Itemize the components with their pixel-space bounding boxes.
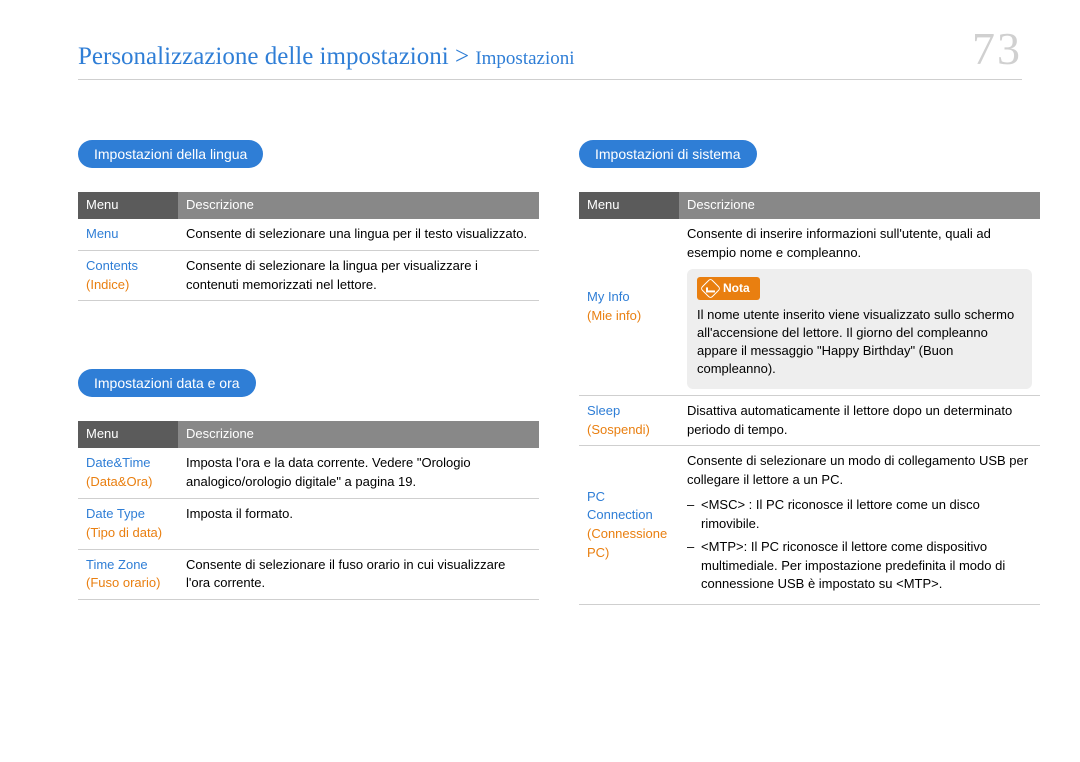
section-heading-datetime: Impostazioni data e ora [78,369,256,397]
list-item: <MTP>: Il PC riconosce il lettore come d… [687,538,1032,595]
system-table: Menu Descrizione My Info (Mie info) Cons… [579,192,1040,605]
menu-name-en: Date&Time [86,454,170,473]
datetime-table: Menu Descrizione Date&Time (Data&Ora) Im… [78,421,539,600]
th-desc: Descrizione [178,421,539,448]
menu-name-en: Menu [86,225,170,244]
table-row: Date&Time (Data&Ora) Imposta l'ora e la … [78,448,539,498]
th-menu: Menu [579,192,679,219]
th-menu: Menu [78,192,178,219]
menu-desc: Consente di selezionare una lingua per i… [178,219,539,250]
left-column: Impostazioni della lingua Menu Descrizio… [78,140,539,605]
menu-desc: Consente di selezionare il fuso orario i… [178,549,539,600]
list-item: <MSC> : Il PC riconosce il lettore come … [687,496,1032,534]
table-row: Menu Consente di selezionare una lingua … [78,219,539,250]
section-heading-language: Impostazioni della lingua [78,140,263,168]
menu-name-en: Contents [86,257,170,276]
language-table: Menu Descrizione Menu Consente di selezi… [78,192,539,301]
menu-name-it: (Mie info) [587,307,671,326]
section-heading-system: Impostazioni di sistema [579,140,757,168]
menu-desc: Disattiva automaticamente il lettore dop… [679,395,1040,446]
menu-desc: Imposta l'ora e la data corrente. Vedere… [178,448,539,498]
note-text: Il nome utente inserito viene visualizza… [697,306,1022,379]
menu-desc: Consente di selezionare un modo di colle… [687,453,1028,487]
menu-name-it: (Sospendi) [587,421,671,440]
table-row: My Info (Mie info) Consente di inserire … [579,219,1040,395]
right-column: Impostazioni di sistema Menu Descrizione… [579,140,1040,605]
pc-options-list: <MSC> : Il PC riconosce il lettore come … [687,496,1032,594]
menu-name-en: Sleep [587,402,671,421]
menu-name-it: (Data&Ora) [86,473,170,492]
page-number: 73 [972,22,1022,75]
menu-name-it: (Tipo di data) [86,524,170,543]
menu-name-it: (Fuso orario) [86,574,170,593]
th-desc: Descrizione [679,192,1040,219]
note-label: Nota [723,280,750,297]
th-desc: Descrizione [178,192,539,219]
menu-name-it: (Connessione PC) [587,525,671,563]
menu-desc: Imposta il formato. [178,498,539,549]
table-row: Contents (Indice) Consente di selezionar… [78,250,539,301]
note-badge: Nota [697,277,760,300]
menu-desc: Consente di inserire informazioni sull'u… [687,226,991,260]
table-row: Date Type (Tipo di data) Imposta il form… [78,498,539,549]
breadcrumb-sub: Impostazioni [475,48,574,69]
menu-name-en: Time Zone [86,556,170,575]
th-menu: Menu [78,421,178,448]
note-box: Nota Il nome utente inserito viene visua… [687,269,1032,389]
check-icon [700,278,721,299]
menu-name-en: Date Type [86,505,170,524]
breadcrumb-main: Personalizzazione delle impostazioni [78,43,449,70]
table-row: PC Connection (Connessione PC) Consente … [579,446,1040,605]
table-row: Sleep (Sospendi) Disattiva automaticamen… [579,395,1040,446]
menu-name-it: (Indice) [86,276,170,295]
menu-desc: Consente di selezionare la lingua per vi… [178,250,539,301]
breadcrumb: Personalizzazione delle impostazioni > I… [78,43,575,71]
table-row: Time Zone (Fuso orario) Consente di sele… [78,549,539,600]
menu-name-en: PC Connection [587,488,671,526]
menu-name-en: My Info [587,288,671,307]
